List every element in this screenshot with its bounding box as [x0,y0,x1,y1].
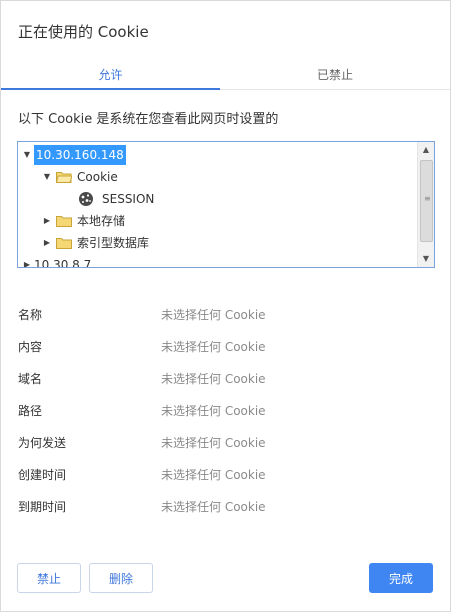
delete-button[interactable]: 删除 [89,563,153,593]
tree-node-label: 索引型数据库 [77,236,150,250]
tree-node-label: 10.30.160.148 [34,145,126,165]
tree-node-cookie-folder[interactable]: ▼ Cookie [42,167,412,187]
tree-node-label: SESSION [102,192,155,206]
tab-allowed[interactable]: 允许 [1,61,220,90]
detail-key: 域名 [18,372,43,386]
folder-icon [56,238,72,249]
detail-key: 路径 [18,404,43,418]
detail-row-content: 内容 未选择任何 Cookie [18,337,438,357]
folder-icon [56,216,72,227]
tree-node-indexed-db[interactable]: ▶ 索引型数据库 [42,233,412,253]
cookies-dialog: 正在使用的 Cookie 允许 已禁止 以下 Cookie 是系统在您查看此网页… [0,0,451,612]
tree-node-host-2[interactable]: ▶ 10.30.8.7 [22,255,412,268]
block-button[interactable]: 禁止 [17,563,81,593]
detail-row-send-for: 为何发送 未选择任何 Cookie [18,433,438,453]
detail-value: 未选择任何 Cookie [161,436,266,450]
expand-arrow-icon[interactable]: ▼ [42,172,52,182]
tab-bar: 允许 已禁止 [1,61,450,90]
detail-row-path: 路径 未选择任何 Cookie [18,401,438,421]
detail-key: 内容 [18,340,43,354]
tree-node-label: 本地存储 [77,214,126,228]
description-text: 以下 Cookie 是系统在您查看此网页时设置的 [18,112,279,127]
tab-blocked[interactable]: 已禁止 [220,61,450,89]
dialog-title: 正在使用的 Cookie [18,23,149,41]
detail-key: 名称 [18,308,43,322]
cookie-tree[interactable]: ▼ 10.30.160.148 ▼ Cookie SESSION ▶ 本地存储 … [17,141,435,268]
detail-row-created: 创建时间 未选择任何 Cookie [18,465,438,485]
detail-value: 未选择任何 Cookie [161,404,266,418]
detail-value: 未选择任何 Cookie [161,500,266,514]
tree-node-label: Cookie [77,170,118,184]
collapsed-arrow-icon[interactable]: ▶ [22,260,32,267]
tree-node-session[interactable]: SESSION [78,189,412,209]
detail-key: 为何发送 [18,436,67,450]
tree-scrollbar[interactable]: ▲ ≡ ▼ [417,142,434,267]
detail-value: 未选择任何 Cookie [161,308,266,322]
scroll-up-icon[interactable]: ▲ [418,142,434,158]
tree-node-local-storage[interactable]: ▶ 本地存储 [42,211,412,231]
tree-node-host-1[interactable]: ▼ 10.30.160.148 [22,145,412,165]
detail-value: 未选择任何 Cookie [161,468,266,482]
detail-value: 未选择任何 Cookie [161,340,266,354]
detail-value: 未选择任何 Cookie [161,372,266,386]
detail-key: 到期时间 [18,500,67,514]
detail-row-name: 名称 未选择任何 Cookie [18,305,438,325]
detail-row-expires: 到期时间 未选择任何 Cookie [18,497,438,517]
cookie-icon [79,192,93,206]
scroll-down-icon[interactable]: ▼ [418,251,434,267]
tree-node-label: 10.30.8.7 [34,258,92,268]
collapsed-arrow-icon[interactable]: ▶ [42,238,52,248]
detail-key: 创建时间 [18,468,67,482]
done-button[interactable]: 完成 [369,563,433,593]
folder-open-icon [56,172,72,183]
expand-arrow-icon[interactable]: ▼ [22,150,32,160]
detail-row-domain: 域名 未选择任何 Cookie [18,369,438,389]
grip-icon: ≡ [424,194,431,203]
collapsed-arrow-icon[interactable]: ▶ [42,216,52,226]
scrollbar-thumb[interactable]: ≡ [420,160,433,242]
